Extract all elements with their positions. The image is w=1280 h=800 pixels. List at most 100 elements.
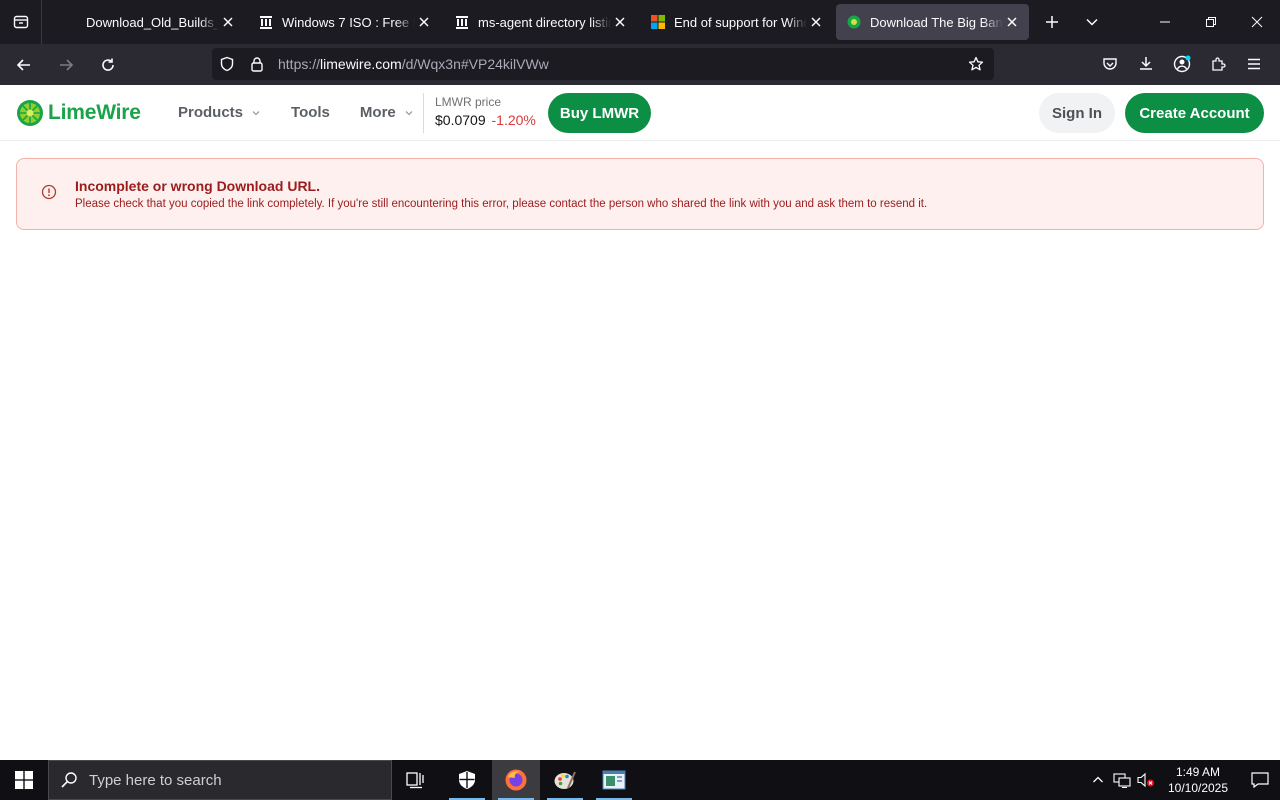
paint-taskbar-button[interactable]	[541, 760, 589, 800]
restore-icon	[1206, 17, 1216, 27]
firefox-view-icon	[13, 15, 28, 29]
chevron-down-icon	[252, 110, 260, 115]
error-alert: Incomplete or wrong Download URL. Please…	[16, 158, 1264, 230]
notification-icon	[1251, 772, 1269, 788]
menu-more[interactable]: More	[360, 104, 414, 121]
price-label: LMWR price	[435, 95, 502, 109]
show-hidden-icons-button[interactable]	[1087, 760, 1109, 800]
browser-tab[interactable]: ms-agent directory listing	[444, 4, 637, 40]
reload-button[interactable]	[90, 49, 126, 81]
url-path: /d/Wqx3n#VP24kilVWw	[401, 56, 549, 72]
close-icon[interactable]	[219, 13, 237, 31]
firefox-view-button[interactable]	[0, 0, 42, 44]
forward-button[interactable]	[48, 49, 84, 81]
back-button[interactable]	[6, 49, 42, 81]
chevron-down-icon	[1086, 18, 1098, 26]
pocket-button[interactable]	[1092, 48, 1128, 80]
taskbar-clock[interactable]: 1:49 AM 10/10/2025	[1162, 764, 1234, 796]
browser-tab-active[interactable]: Download The Big Bang.is	[836, 4, 1029, 40]
buy-lmwr-button[interactable]: Buy LMWR	[548, 93, 651, 133]
taskbar-search-box[interactable]: Type here to search	[48, 760, 392, 800]
extensions-button[interactable]	[1200, 48, 1236, 80]
brand-name: LimeWire	[48, 101, 141, 124]
menu-label: More	[359, 104, 396, 121]
download-icon	[1140, 57, 1152, 70]
search-icon	[49, 771, 89, 789]
account-button[interactable]	[1164, 48, 1200, 80]
arrow-right-icon	[60, 58, 74, 71]
restore-button[interactable]	[1188, 0, 1234, 44]
close-icon	[1251, 16, 1263, 28]
price-value-row: $0.0709 -1.20%	[435, 112, 536, 128]
error-circle-icon	[41, 184, 57, 200]
archive-icon	[258, 14, 274, 30]
menu-products[interactable]: Products	[178, 104, 261, 121]
browser-tab[interactable]: Download_Old_Builds_6_1	[52, 4, 245, 40]
archive-icon	[454, 14, 470, 30]
chevron-down-icon	[405, 110, 413, 115]
close-icon[interactable]	[415, 13, 433, 31]
new-tab-button[interactable]	[1032, 4, 1072, 40]
tab-title: Download_Old_Builds_6_1	[86, 14, 219, 30]
tab-title: Download The Big Bang.is	[870, 14, 1003, 30]
bookmark-star-button[interactable]	[962, 48, 990, 80]
address-bar[interactable]: https://limewire.com/d/Wqx3n#VP24kilVWw	[212, 48, 994, 80]
url-scheme: https://	[278, 56, 321, 72]
tab-title: ms-agent directory listing	[478, 14, 611, 30]
puzzle-icon	[1212, 57, 1226, 71]
url-host: limewire.com	[320, 56, 402, 72]
network-icon	[1113, 773, 1131, 788]
browser-tab[interactable]: Windows 7 ISO : Free Dow	[248, 4, 441, 40]
windows-taskbar: Type here to search 1:49 AM 10/10/2025	[0, 760, 1280, 800]
firefox-logo-icon	[505, 769, 527, 791]
menu-label: Tools	[291, 104, 330, 121]
menu-label: Products	[178, 104, 244, 121]
application-window-icon	[602, 770, 626, 790]
task-view-button[interactable]	[392, 760, 440, 800]
volume-button[interactable]	[1135, 760, 1157, 800]
star-icon	[968, 56, 984, 71]
minimize-button[interactable]	[1142, 0, 1188, 44]
action-center-button[interactable]	[1240, 760, 1280, 800]
start-button[interactable]	[0, 760, 48, 800]
windows-logo-icon	[15, 771, 33, 789]
list-all-tabs-button[interactable]	[1072, 4, 1112, 40]
close-window-button[interactable]	[1234, 0, 1280, 44]
paint-palette-icon	[554, 771, 576, 789]
site-header: LimeWire Products Tools More LMWR price …	[0, 85, 1280, 141]
tracking-protection-shield-icon[interactable]	[212, 48, 242, 80]
close-icon[interactable]	[611, 13, 629, 31]
windows-security-button[interactable]	[443, 760, 491, 800]
menu-tools[interactable]: Tools	[291, 104, 330, 121]
alert-heading: Incomplete or wrong Download URL.	[75, 178, 320, 194]
lock-icon[interactable]	[242, 48, 272, 80]
tab-strip: Download_Old_Builds_6_1 Windows 7 ISO : …	[0, 0, 1280, 44]
tab-title: End of support for Windo	[674, 14, 807, 30]
create-account-button[interactable]: Create Account	[1125, 93, 1264, 133]
downloads-button[interactable]	[1128, 48, 1164, 80]
tab-title: Windows 7 ISO : Free Dow	[282, 14, 415, 30]
microsoft-logo-icon	[650, 14, 666, 30]
hamburger-menu-icon	[1248, 58, 1260, 70]
close-icon[interactable]	[1003, 13, 1021, 31]
pocket-icon	[1103, 58, 1117, 70]
app-menu-button[interactable]	[1236, 48, 1272, 80]
clock-date: 10/10/2025	[1167, 781, 1229, 795]
firefox-taskbar-button[interactable]	[492, 760, 540, 800]
sign-in-button[interactable]: Sign In	[1039, 93, 1115, 133]
lmwr-price-widget: LMWR price $0.0709 -1.20%	[423, 93, 536, 133]
url-text[interactable]: https://limewire.com/d/Wqx3n#VP24kilVWw	[278, 56, 549, 72]
system-tray: 1:49 AM 10/10/2025	[1086, 760, 1280, 800]
limewire-favicon-icon	[846, 14, 862, 30]
price-change: -1.20%	[491, 112, 536, 128]
arrow-left-icon	[16, 58, 30, 71]
reload-icon	[102, 58, 114, 71]
limewire-logo[interactable]: LimeWire	[16, 99, 141, 127]
network-button[interactable]	[1111, 760, 1133, 800]
account-icon	[1173, 55, 1191, 73]
browser-tab[interactable]: End of support for Windo	[640, 4, 833, 40]
minimize-icon	[1160, 21, 1170, 23]
close-icon[interactable]	[807, 13, 825, 31]
app-window-taskbar-button[interactable]	[590, 760, 638, 800]
blank-page-icon	[62, 14, 78, 30]
